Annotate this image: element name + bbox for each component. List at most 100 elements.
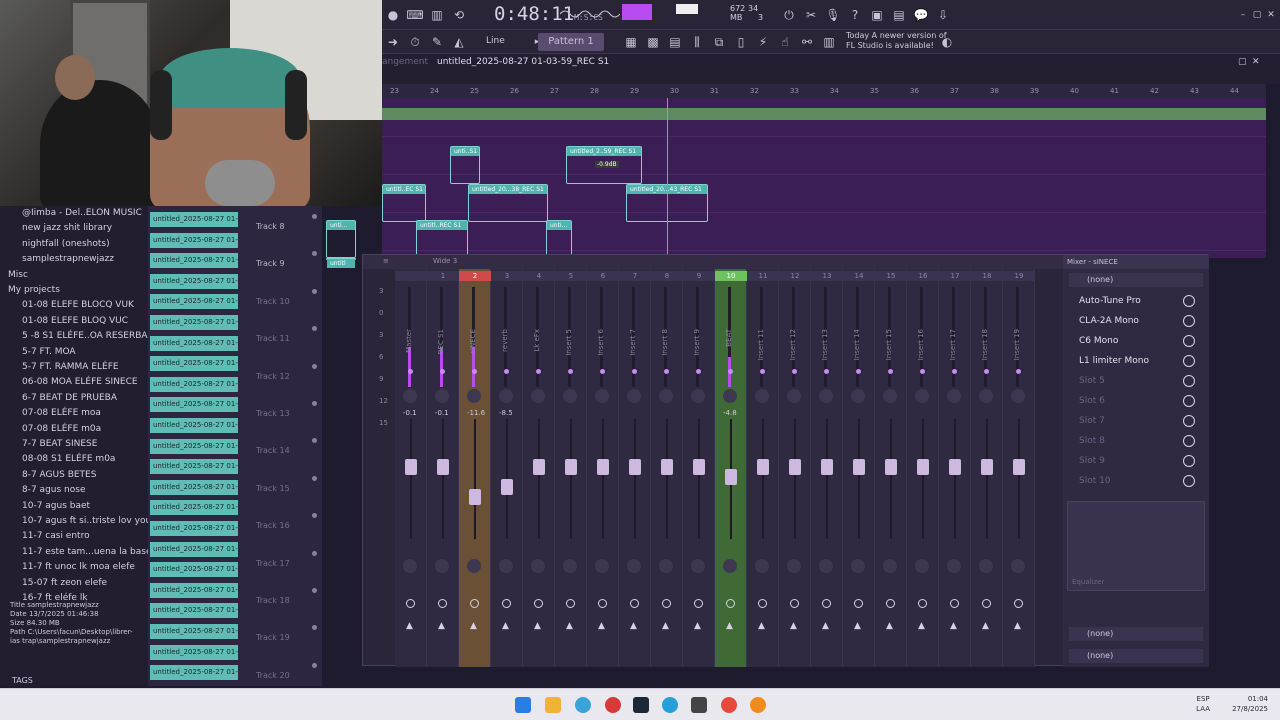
piano-roll-icon[interactable]: ▤	[666, 33, 684, 51]
volume-fader[interactable]	[437, 459, 449, 475]
stereo-knob[interactable]	[1011, 559, 1025, 573]
browser-item[interactable]: 5-7 FT. RAMMA ELÉFE	[22, 362, 119, 372]
pan-knob[interactable]	[531, 389, 545, 403]
mic-icon[interactable]: 🎙	[824, 6, 842, 24]
route-arrow-icon[interactable]: ▲	[1014, 621, 1021, 631]
clip-item[interactable]: untitled_2025-08-27 01-...	[150, 644, 238, 660]
clip-item[interactable]: untitled_2025-08-27 01-...	[150, 335, 238, 351]
pan-knob[interactable]	[691, 389, 705, 403]
route-arrow-icon[interactable]: ▲	[534, 621, 541, 631]
app-icon-2[interactable]	[662, 697, 678, 713]
clip-item[interactable]: untitled_2025-08-27 01-...	[150, 315, 238, 330]
stereo-knob[interactable]	[883, 559, 897, 573]
slot-mix-knob[interactable]	[1183, 375, 1195, 387]
track-mute-dot[interactable]	[312, 438, 317, 444]
strip-name[interactable]: Insert 17	[949, 329, 957, 360]
metronome-icon[interactable]: ⏱	[406, 33, 424, 51]
route-arrow-icon[interactable]: ▲	[470, 621, 477, 631]
pan-knob[interactable]	[627, 389, 641, 403]
track-name[interactable]: Track 13	[256, 409, 290, 418]
clip-item[interactable]: untitled_2025-08-27 01-...	[150, 438, 238, 454]
playlist-maximize-icon[interactable]: ▢	[1238, 57, 1247, 67]
download-icon[interactable]: ⇩	[934, 6, 952, 24]
link-icon[interactable]: ⚯	[798, 33, 816, 51]
audio-clip[interactable]: untitl..EC S1	[382, 184, 426, 222]
pan-knob[interactable]	[595, 389, 609, 403]
playlist-ruler[interactable]: 23 24 25 26 27 28 29 30 31 32 33 34 35 36 37 38 39 40 41 42…	[382, 84, 1266, 98]
route-dot[interactable]	[984, 369, 989, 374]
route-dot[interactable]	[696, 369, 701, 374]
route-dot[interactable]	[632, 369, 637, 374]
pan-knob[interactable]	[915, 389, 929, 403]
track-name[interactable]: Track 20	[256, 671, 290, 680]
piano-icon[interactable]: ▥	[428, 6, 446, 24]
route-arrow-icon[interactable]: ▲	[662, 621, 669, 631]
mixer-strip[interactable]: 16 Insert 16 ▲	[907, 269, 939, 667]
audio-clip[interactable]: unti..S1	[450, 146, 480, 184]
browser-item[interactable]: 08-08 S1 ELÉFE m0a	[22, 454, 115, 464]
send-icon[interactable]	[758, 599, 767, 608]
stereo-knob[interactable]	[563, 559, 577, 573]
mixer-strip[interactable]: 11 Insert 11 ▲	[747, 269, 779, 667]
track-mute-dot[interactable]	[312, 326, 317, 332]
volume-fader[interactable]	[405, 459, 417, 475]
mixer-strip[interactable]: 4 Lk eFx ▲	[523, 269, 555, 667]
stereo-knob[interactable]	[627, 559, 641, 573]
track-name[interactable]: Track 16	[256, 521, 290, 530]
browser-folder[interactable]: Misc	[8, 270, 28, 280]
browser-item[interactable]: 07-08 ELÉFE m0a	[22, 424, 101, 434]
browser-item[interactable]: 11-7 casi entro	[22, 531, 90, 541]
news-panel[interactable]: Today A newer version of FL Studio is av…	[846, 31, 947, 51]
volume-fader[interactable]	[725, 469, 737, 485]
route-arrow-icon[interactable]: ▲	[630, 621, 637, 631]
strip-name[interactable]: Insert 14	[853, 329, 861, 360]
pan-knob[interactable]	[883, 389, 897, 403]
news-icon[interactable]: ▥	[820, 33, 838, 51]
strip-name[interactable]: Insert 7	[629, 329, 637, 356]
browser-edge-icon[interactable]	[575, 697, 591, 713]
send-icon[interactable]	[694, 599, 703, 608]
route-arrow-icon[interactable]: ▲	[438, 621, 445, 631]
track-name[interactable]: Track 15	[256, 484, 290, 493]
track-mute-dot[interactable]	[312, 513, 317, 519]
mixer-strip[interactable]: 12 Insert 12 ▲	[779, 269, 811, 667]
track-mute-dot[interactable]	[312, 625, 317, 631]
volume-fader[interactable]	[501, 479, 513, 495]
fx-slot[interactable]: L1 limiter Mono	[1069, 353, 1203, 369]
browser-folder[interactable]: My projects	[8, 285, 60, 295]
audio-clip[interactable]: unti...	[326, 220, 356, 258]
send-icon[interactable]	[502, 599, 511, 608]
send-icon[interactable]	[406, 599, 415, 608]
route-dot[interactable]	[504, 369, 509, 374]
output-selector-1[interactable]: (none)	[1069, 627, 1203, 641]
fx-slot[interactable]: Slot 6	[1069, 393, 1203, 409]
send-icon[interactable]	[630, 599, 639, 608]
send-icon[interactable]	[470, 599, 479, 608]
arrow-right-icon[interactable]: ➜	[384, 33, 402, 51]
typing-keyboard-icon[interactable]: ⌨	[406, 6, 424, 24]
track-name[interactable]: Track 18	[256, 596, 290, 605]
stereo-knob[interactable]	[659, 559, 673, 573]
volume-fader[interactable]	[757, 459, 769, 475]
send-icon[interactable]	[982, 599, 991, 608]
browser-item[interactable]: 6-7 BEAT DE PRUEBA	[22, 393, 117, 403]
clip-item[interactable]: untitled_2025-08-27 01-...	[150, 232, 238, 248]
loop-record-icon[interactable]: ⟲	[450, 6, 468, 24]
stereo-knob[interactable]	[595, 559, 609, 573]
track-mute-dot[interactable]	[312, 401, 317, 406]
mixer-strip[interactable]: 3 reverb -8.5 ▲	[491, 269, 523, 667]
route-arrow-icon[interactable]: ▲	[886, 621, 893, 631]
volume-fader[interactable]	[1013, 459, 1025, 475]
playlist-grid[interactable]: unti..S1 untitled_2..59_REC S1 -0.9dB un…	[326, 98, 1266, 268]
slot-mix-knob[interactable]	[1183, 395, 1195, 407]
stereo-knob[interactable]	[467, 559, 481, 573]
close-icon[interactable]: ✕	[1262, 6, 1280, 24]
send-icon[interactable]	[950, 599, 959, 608]
send-icon[interactable]	[438, 599, 447, 608]
stereo-knob[interactable]	[499, 559, 513, 573]
strip-name[interactable]: Insert 16	[917, 329, 925, 360]
strip-name[interactable]: Insert 15	[885, 329, 893, 360]
strip-name[interactable]: Insert 8	[661, 329, 669, 356]
strip-name[interactable]: Insert 11	[757, 329, 765, 360]
volume-fader[interactable]	[789, 459, 801, 475]
